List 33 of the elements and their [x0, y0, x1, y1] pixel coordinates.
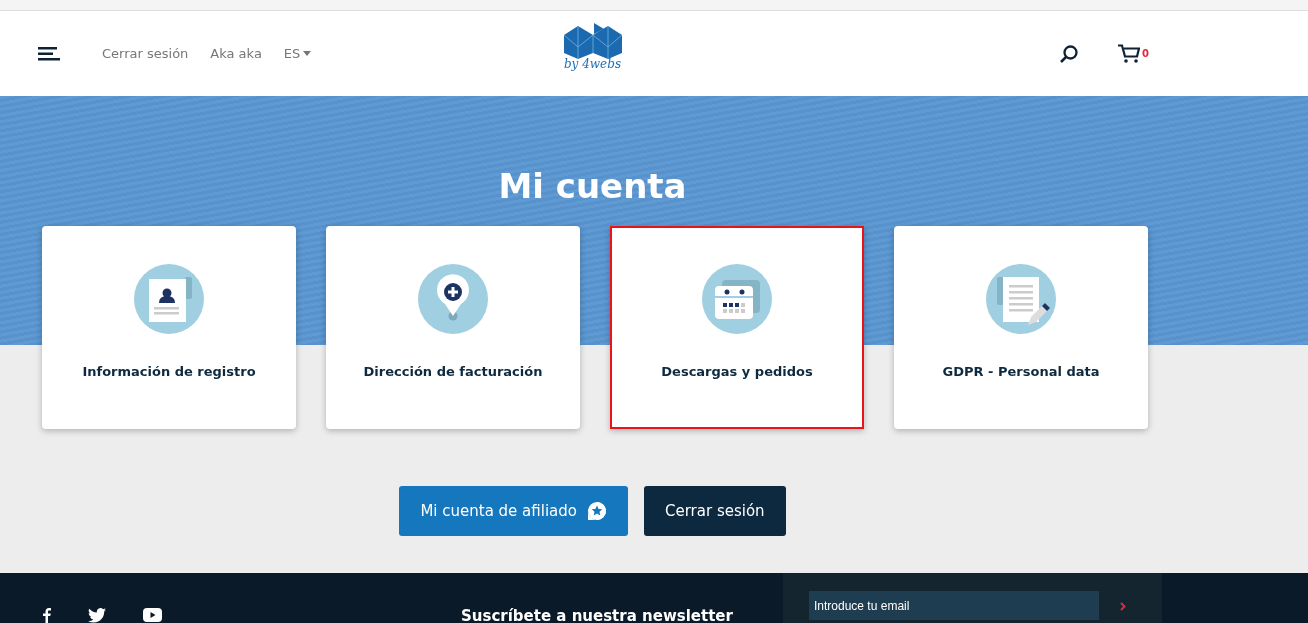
profile-document-icon: [134, 264, 204, 334]
card-label: GDPR - Personal data: [942, 364, 1100, 379]
cart-count: 0: [1142, 48, 1149, 59]
menu-icon[interactable]: [38, 46, 60, 61]
header-link[interactable]: Aka aka: [210, 46, 262, 61]
twitter-icon[interactable]: [88, 608, 106, 623]
caret-icon: [303, 51, 312, 56]
account-card[interactable]: Dirección de facturación: [326, 226, 580, 429]
account-card[interactable]: Información de registro: [42, 226, 296, 429]
video-play-icon[interactable]: [143, 608, 162, 622]
logout-button[interactable]: Cerrar sesión: [644, 486, 786, 536]
account-card[interactable]: GDPR - Personal data: [894, 226, 1148, 429]
card-label: Descargas y pedidos: [661, 364, 813, 379]
calendar-icon: [702, 264, 772, 334]
logo[interactable]: by 4webs: [563, 23, 622, 71]
newsletter-title: Suscríbete a nuestra newsletter: [461, 607, 734, 623]
email-input-field[interactable]: Introduce tu email: [809, 591, 1099, 620]
chevron-right-icon: [1120, 602, 1126, 611]
document-pencil-icon: [986, 264, 1056, 334]
star-icon: [587, 501, 607, 521]
logo-icon: [563, 23, 622, 59]
facebook-icon[interactable]: [43, 608, 51, 623]
language-selector[interactable]: ES: [283, 46, 312, 61]
affiliate-account-button[interactable]: Mi cuenta de afiliado: [399, 486, 628, 536]
account-card[interactable]: Descargas y pedidos: [610, 226, 864, 429]
page-title: Mi cuenta: [498, 166, 687, 206]
header-link[interactable]: Cerrar sesión: [102, 46, 189, 61]
card-label: Dirección de facturación: [363, 364, 543, 379]
search-icon[interactable]: [1060, 44, 1079, 63]
cart-icon[interactable]: [1118, 44, 1141, 63]
logo-text: by 4webs: [563, 57, 622, 71]
card-label: Información de registro: [82, 364, 256, 379]
location-pin-icon: [418, 264, 488, 334]
